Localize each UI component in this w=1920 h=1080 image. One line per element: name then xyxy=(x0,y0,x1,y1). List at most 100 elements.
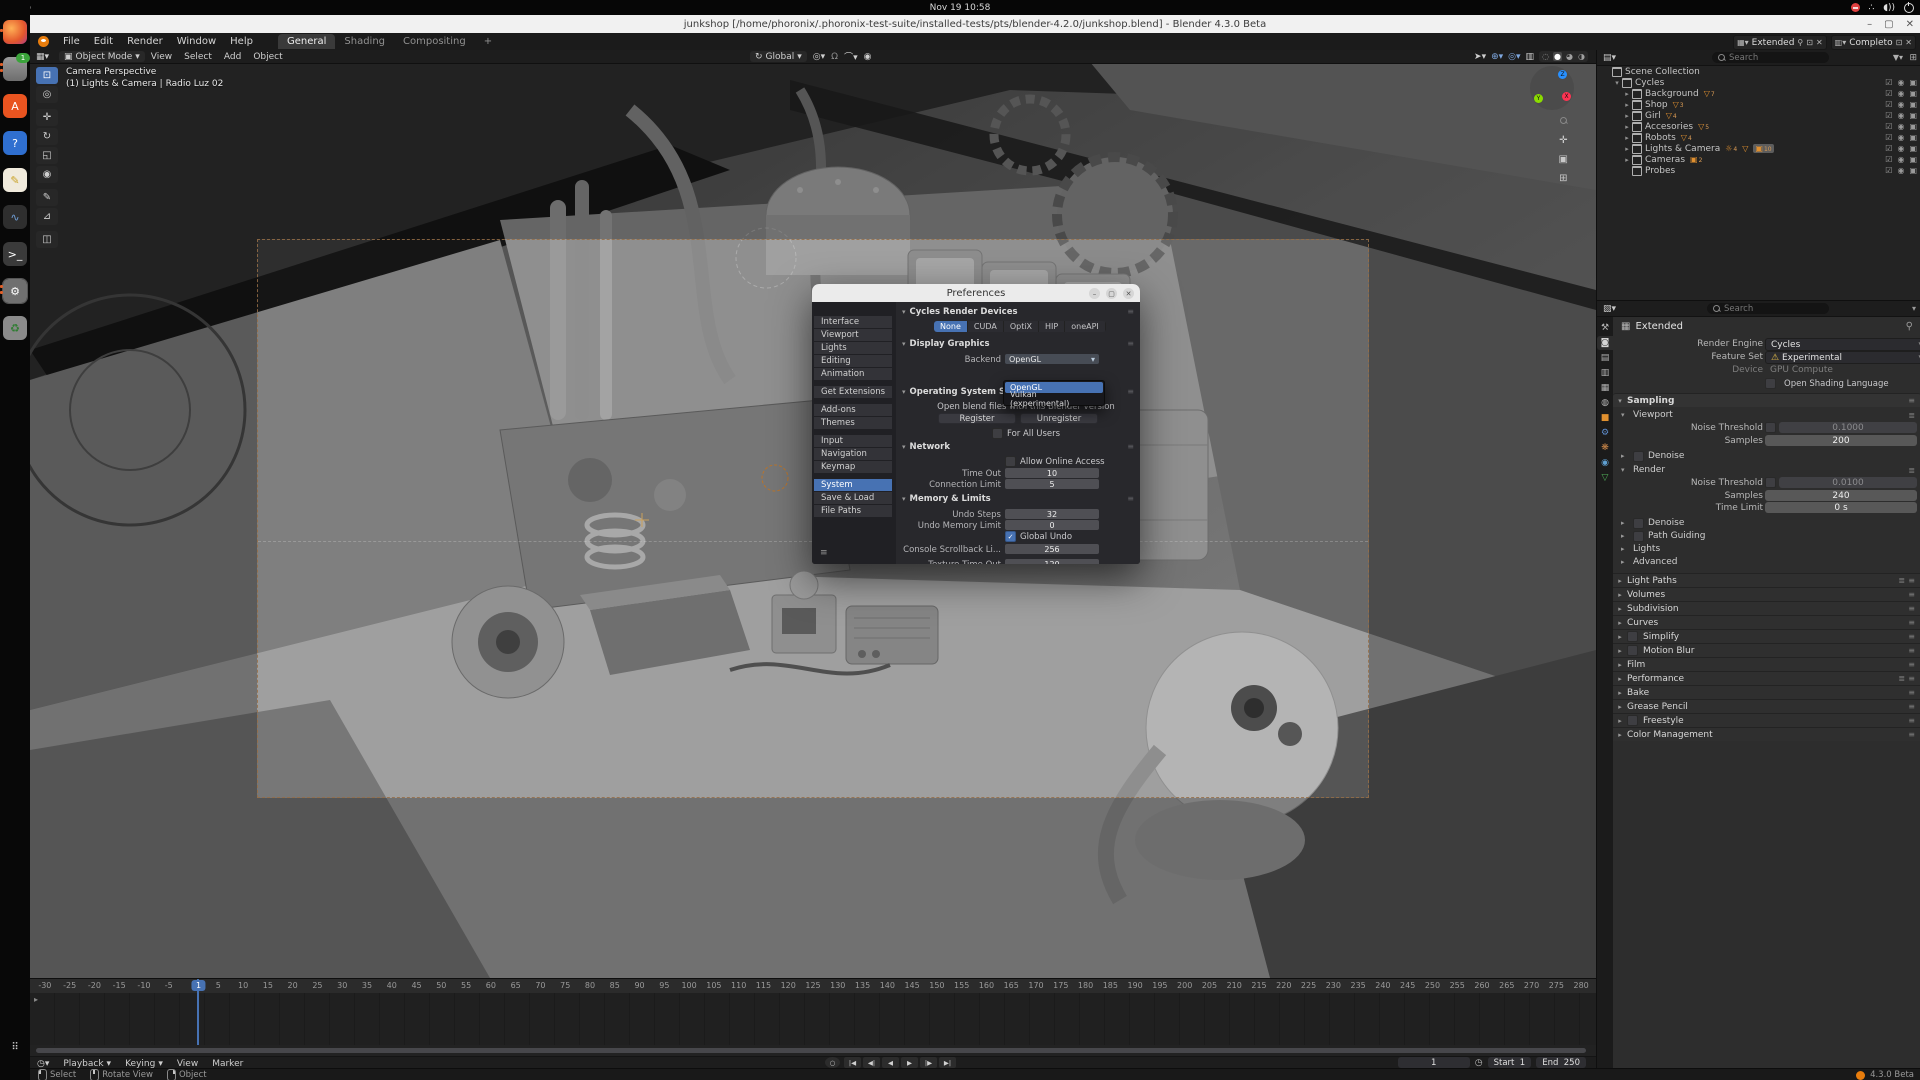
osl-checkbox[interactable] xyxy=(1765,378,1776,389)
shading-material-preview-button[interactable]: ◕ xyxy=(1565,52,1574,61)
outliner-row-robots[interactable]: ▸Robots▽4☑◉▣ xyxy=(1597,132,1920,143)
dock-item-trash[interactable]: ♻ xyxy=(3,316,27,340)
disable-render-camera-icon[interactable]: ▣ xyxy=(1909,155,1917,164)
drag-handle-icon[interactable]: ≡ xyxy=(1127,307,1134,316)
workspace-tab-add[interactable]: + xyxy=(475,34,501,49)
timeline-editor[interactable]: -30-25-20-15-10-551015202530354045505560… xyxy=(30,978,1596,1069)
hide-viewport-eye-icon[interactable]: ◉ xyxy=(1897,133,1904,142)
shading-solid-button[interactable]: ● xyxy=(1553,52,1562,61)
current-frame-field[interactable]: 1 xyxy=(1398,1057,1470,1068)
disable-render-camera-icon[interactable]: ▣ xyxy=(1909,100,1917,109)
prefs-sidebar-themes[interactable]: Themes xyxy=(814,417,892,429)
prefs-sidebar-get-extensions[interactable]: Get Extensions xyxy=(814,386,892,398)
tool-move[interactable]: ✛ xyxy=(36,109,58,126)
menu-edit[interactable]: Edit xyxy=(87,36,120,47)
new-collection-icon[interactable]: ⊞ xyxy=(1909,53,1917,63)
system-tray[interactable]: ∴ ◖)) xyxy=(1851,0,1915,15)
drag-handle-icon[interactable]: ≡ xyxy=(1908,674,1915,683)
prefs-sidebar-keymap[interactable]: Keymap xyxy=(814,461,892,473)
mesh-data-icon[interactable]: ▽4 xyxy=(1681,133,1692,142)
minimize-button[interactable]: – xyxy=(1867,19,1872,30)
drag-handle-icon[interactable]: ≡ xyxy=(1127,442,1134,451)
timeline-ruler[interactable]: -30-25-20-15-10-551015202530354045505560… xyxy=(30,979,1596,994)
subpanel-advanced[interactable]: ▸Advanced xyxy=(1621,556,1917,568)
properties-tab-scene[interactable]: ▦ xyxy=(1597,381,1613,395)
power-icon[interactable] xyxy=(1904,3,1914,13)
pin-icon[interactable]: ⚲ xyxy=(1906,321,1913,332)
drag-handle-icon[interactable]: ≡ xyxy=(1908,716,1915,725)
tool-scale[interactable]: ◱ xyxy=(36,147,58,164)
connection-limit-field[interactable]: 5 xyxy=(1005,479,1099,489)
channel-expander-icon[interactable]: ▸ xyxy=(34,995,38,1004)
panel-light-paths[interactable]: ▸Light Paths≣≡ xyxy=(1613,573,1920,587)
drag-handle-icon[interactable]: ≡ xyxy=(1127,494,1134,503)
properties-search-input[interactable]: Search xyxy=(1707,303,1829,314)
tool-transform[interactable]: ◉ xyxy=(36,166,58,183)
timeline-menu-marker[interactable]: Marker xyxy=(205,1059,250,1069)
subpanel-viewport[interactable]: ▾Viewport ≣ xyxy=(1621,409,1917,421)
snap-magnet-icon[interactable]: Ω xyxy=(831,52,838,62)
filter-icon[interactable]: ▼▾ xyxy=(1893,53,1903,62)
properties-options-icon[interactable]: ▾ xyxy=(1912,304,1916,313)
panel-subdivision[interactable]: ▸Subdivision≡ xyxy=(1613,601,1920,615)
tool-rotate[interactable]: ↻ xyxy=(36,128,58,145)
outliner-row-shop[interactable]: ▸Shop▽3☑◉▣ xyxy=(1597,99,1920,110)
hide-viewport-eye-icon[interactable]: ◉ xyxy=(1897,78,1904,87)
transport-jump-to-start-button[interactable]: |◀ xyxy=(844,1057,861,1068)
outliner-row-accesories[interactable]: ▸Accesories▽5☑◉▣ xyxy=(1597,121,1920,132)
shading-wireframe-button[interactable]: ◌ xyxy=(1541,52,1550,61)
undo-memory-field[interactable]: 0 xyxy=(1005,520,1099,530)
prefs-sidebar-viewport[interactable]: Viewport xyxy=(814,329,892,341)
vp-samples-value[interactable]: 200 xyxy=(1765,435,1917,446)
properties-tab-output[interactable]: ▤ xyxy=(1597,351,1613,365)
pan-hand-icon[interactable]: ✛ xyxy=(1559,135,1568,146)
selectable-checkbox-icon[interactable]: ☑ xyxy=(1885,155,1892,164)
prefs-sidebar-animation[interactable]: Animation xyxy=(814,368,892,380)
disable-render-camera-icon[interactable]: ▣ xyxy=(1909,166,1917,175)
drag-handle-icon[interactable]: ≡ xyxy=(1908,730,1915,739)
viewport-menu-object[interactable]: Object xyxy=(247,52,288,62)
disable-render-camera-icon[interactable]: ▣ xyxy=(1909,122,1917,131)
disable-render-camera-icon[interactable]: ▣ xyxy=(1909,144,1917,153)
disable-render-camera-icon[interactable]: ▣ xyxy=(1909,111,1917,120)
pin-icon[interactable]: ⚲ xyxy=(1797,38,1803,47)
subpanel-checkbox[interactable] xyxy=(1633,531,1644,542)
drag-handle-icon[interactable]: ≡ xyxy=(1908,396,1915,405)
allow-online-checkbox[interactable] xyxy=(1005,456,1016,467)
transport-play-reverse-button[interactable]: ◀ xyxy=(882,1057,899,1068)
menu-window[interactable]: Window xyxy=(170,36,223,47)
timeout-field[interactable]: 10 xyxy=(1005,468,1099,478)
snap-dropdown[interactable]: ⌒▾ xyxy=(844,50,858,63)
vp-denoise-checkbox[interactable] xyxy=(1633,451,1644,462)
audio-icon[interactable]: ◖)) xyxy=(1883,3,1895,13)
window-titlebar[interactable]: junkshop [/home/phoronix/.phoronix-test-… xyxy=(30,15,1920,33)
preset-icon[interactable]: ≣ xyxy=(1908,466,1915,475)
all-users-checkbox[interactable] xyxy=(992,428,1003,439)
shading-rendered-button[interactable]: ◑ xyxy=(1577,52,1586,61)
rd-time-value[interactable]: 0 s xyxy=(1765,502,1917,513)
delete-view-layer-icon[interactable]: ✕ xyxy=(1905,38,1912,47)
mesh-data-icon[interactable]: ▽5 xyxy=(1698,122,1709,131)
drag-handle-icon[interactable]: ≡ xyxy=(1908,702,1915,711)
panel-checkbox[interactable] xyxy=(1627,645,1638,656)
blender-logo-icon[interactable] xyxy=(38,36,49,47)
mesh-data-icon[interactable]: ▽7 xyxy=(1704,89,1715,98)
section-memory-limits[interactable]: ▾Memory & Limits xyxy=(902,494,991,504)
overlays-dropdown[interactable]: ◎▾ xyxy=(1508,52,1520,62)
mesh-data-icon[interactable]: ▽4 xyxy=(1666,111,1677,120)
hide-viewport-eye-icon[interactable]: ◉ xyxy=(1897,89,1904,98)
tool-annotate[interactable]: ✎ xyxy=(36,189,58,206)
selectable-checkbox-icon[interactable]: ☑ xyxy=(1885,122,1892,131)
panel-sampling[interactable]: ▾Sampling ≡ xyxy=(1613,393,1920,407)
viewport-menu-view[interactable]: View xyxy=(145,52,178,62)
expand-arrow-icon[interactable]: ▸ xyxy=(1623,101,1631,109)
light-data-icon[interactable]: ☼4 xyxy=(1725,144,1737,153)
panel-bake[interactable]: ▸Bake≡ xyxy=(1613,685,1920,699)
panel-film[interactable]: ▸Film≡ xyxy=(1613,657,1920,671)
expand-arrow-icon[interactable]: ▸ xyxy=(1623,145,1631,153)
preferences-menu-icon[interactable]: ≡ xyxy=(820,548,828,558)
subpanel-denoise[interactable]: ▸Denoise xyxy=(1621,517,1917,529)
prefs-sidebar-editing[interactable]: Editing xyxy=(814,355,892,367)
device-option-none[interactable]: None xyxy=(934,321,968,332)
properties-tab-render[interactable]: ◙ xyxy=(1597,336,1613,350)
